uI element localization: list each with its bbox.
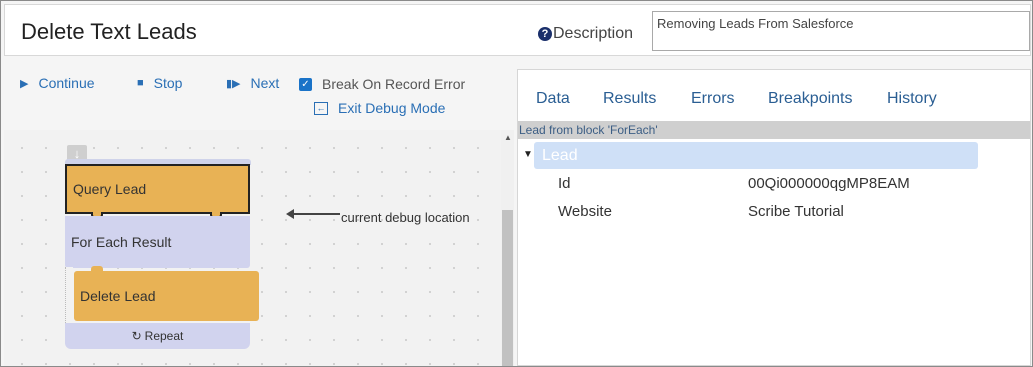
repeat-label: Repeat: [144, 329, 184, 343]
continue-button[interactable]: ▶ Continue: [20, 75, 95, 91]
exit-debug-button[interactable]: ← Exit Debug Mode: [314, 100, 445, 116]
tab-data[interactable]: Data: [536, 90, 570, 108]
tab-breakpoints[interactable]: Breakpoints: [768, 90, 853, 108]
tab-errors[interactable]: Errors: [691, 90, 735, 108]
inspector-tabs: Data Results Errors Breakpoints History: [518, 88, 1030, 118]
field-value: Scribe Tutorial: [748, 203, 844, 220]
canvas-scrollbar[interactable]: ▲: [501, 130, 514, 366]
caret-down-icon[interactable]: ▼: [523, 149, 533, 160]
exit-icon: ←: [314, 101, 328, 115]
stop-icon: ■: [137, 77, 144, 89]
stop-button[interactable]: ■ Stop: [137, 75, 182, 91]
app-frame: Delete Text Leads ? Description Removing…: [0, 0, 1033, 367]
field-key: Id: [558, 175, 571, 192]
repeat-icon: ↻: [131, 329, 142, 343]
break-on-error-toggle[interactable]: ✓ Break On Record Error: [299, 76, 465, 92]
tab-results[interactable]: Results: [603, 90, 656, 108]
help-icon[interactable]: ?: [538, 27, 552, 41]
tab-history[interactable]: History: [887, 90, 937, 108]
step-next-icon: ▮▶: [226, 77, 241, 90]
exit-debug-label: Exit Debug Mode: [338, 100, 446, 116]
tree-node-lead[interactable]: Lead: [534, 142, 978, 169]
query-lead-block[interactable]: Query Lead: [65, 164, 250, 214]
debug-location-arrow: [286, 209, 340, 219]
break-on-error-label: Break On Record Error: [322, 76, 466, 92]
repeat-block-footer: ↻ Repeat: [65, 323, 250, 349]
debug-inspector-panel: Data Results Errors Breakpoints History …: [517, 69, 1031, 366]
arrow-left-icon: [286, 209, 294, 219]
stop-label: Stop: [153, 75, 183, 91]
play-icon: ▶: [20, 77, 29, 90]
next-button[interactable]: ▮▶ Next: [226, 75, 279, 91]
continue-label: Continue: [38, 75, 95, 91]
debug-toolbar: ▶ Continue ■ Stop ▮▶ Next ✓ Break On Rec…: [4, 61, 514, 129]
delete-lead-block[interactable]: Delete Lead: [74, 271, 259, 321]
header: Delete Text Leads ? Description Removing…: [4, 4, 1031, 56]
field-key: Website: [558, 203, 612, 220]
description-field[interactable]: Removing Leads From Salesforce: [652, 11, 1030, 51]
description-label: Description: [553, 25, 634, 42]
scroll-up-arrow-icon[interactable]: ▲: [504, 133, 512, 142]
for-each-block[interactable]: For Each Result: [65, 216, 250, 268]
checkbox-checked-icon[interactable]: ✓: [299, 77, 312, 91]
next-label: Next: [250, 75, 280, 91]
debug-location-label: current debug location: [341, 210, 470, 225]
loop-rail: [65, 267, 73, 325]
field-value: 00Qi000000qgMP8EAM: [748, 175, 910, 192]
scroll-thumb[interactable]: [502, 210, 513, 366]
section-header: Lead from block 'ForEach': [518, 121, 1030, 139]
page-title: Delete Text Leads: [21, 19, 197, 44]
description-label-group: ? Description: [538, 25, 633, 43]
